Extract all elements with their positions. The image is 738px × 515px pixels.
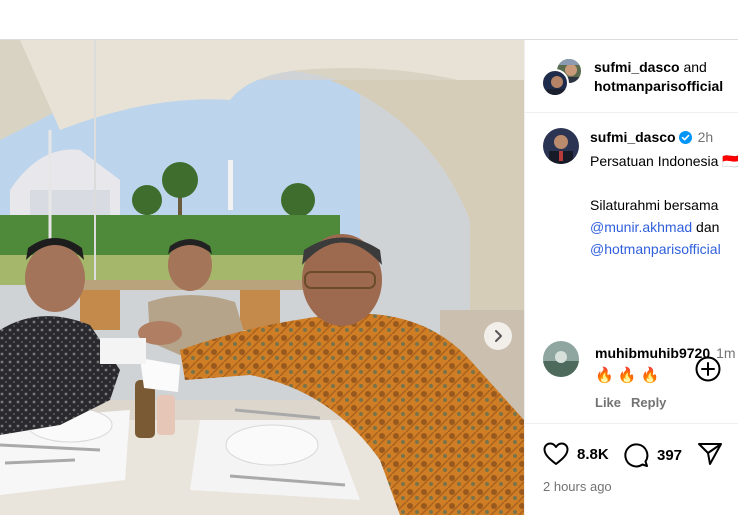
comment-actions: Like Reply xyxy=(595,395,676,410)
comment-text: 🔥 🔥 🔥 xyxy=(595,367,660,384)
header-username[interactable]: sufmi_dasco xyxy=(594,59,680,75)
post-photo[interactable] xyxy=(0,40,524,515)
caption-time: 2h xyxy=(697,129,714,145)
next-image-button[interactable] xyxy=(484,322,512,350)
post-side-panel: sufmi_dasco and hotmanparisofficial sufm… xyxy=(524,40,738,515)
mention-link[interactable]: @munir.akhmad xyxy=(590,219,692,235)
header-collab-username[interactable]: hotmanparisofficial xyxy=(594,78,723,94)
mention-link[interactable]: @hotmanparisofficial xyxy=(590,241,721,257)
header-joiner: and xyxy=(683,59,707,75)
comment-item: muhibmuhib9720 1m 🔥 🔥 🔥 Like Reply xyxy=(525,333,738,423)
verified-badge-icon xyxy=(678,130,692,148)
caption-meta: sufmi_dasco 2h xyxy=(590,128,713,148)
post-actions: 8.8K 397 2 hours ago xyxy=(525,423,738,515)
caption-line-2: Silaturahmi bersama xyxy=(590,197,719,213)
comment-meta: muhibmuhib9720 1m xyxy=(595,345,736,361)
top-bar xyxy=(0,0,738,40)
caption-line-1: Persatuan Indonesia 🇮🇩 xyxy=(590,153,738,169)
share-button[interactable] xyxy=(697,442,731,466)
post-timestamp: 2 hours ago xyxy=(543,479,612,494)
like-count: 8.8K xyxy=(577,445,609,463)
like-button[interactable]: 8.8K xyxy=(543,442,609,466)
post-authors: sufmi_dasco and hotmanparisofficial xyxy=(594,58,723,96)
post-header: sufmi_dasco and hotmanparisofficial xyxy=(525,40,738,113)
comment-reply-button[interactable]: Reply xyxy=(631,395,666,410)
comment-button[interactable]: 397 xyxy=(623,442,682,468)
comment-icon xyxy=(624,443,649,468)
comment-like-button[interactable]: Like xyxy=(595,395,621,410)
photo-illustration xyxy=(0,40,524,515)
comment-count: 397 xyxy=(657,446,683,464)
post-caption: sufmi_dasco 2h Persatuan Indonesia 🇮🇩 Sil… xyxy=(525,113,738,382)
caption-and: dan xyxy=(696,219,720,235)
share-icon xyxy=(698,443,722,465)
avatar[interactable] xyxy=(543,128,579,164)
heart-icon xyxy=(543,442,569,465)
chevron-right-icon xyxy=(495,330,502,342)
avatar xyxy=(541,69,569,97)
comment-username[interactable]: muhibmuhib9720 xyxy=(595,345,710,361)
collab-avatars[interactable] xyxy=(541,57,585,97)
avatar[interactable] xyxy=(543,341,579,377)
caption-username[interactable]: sufmi_dasco xyxy=(590,129,676,145)
caption-text: Persatuan Indonesia 🇮🇩 Silaturahmi bersa… xyxy=(590,150,738,260)
comment-time: 1m xyxy=(716,345,736,361)
